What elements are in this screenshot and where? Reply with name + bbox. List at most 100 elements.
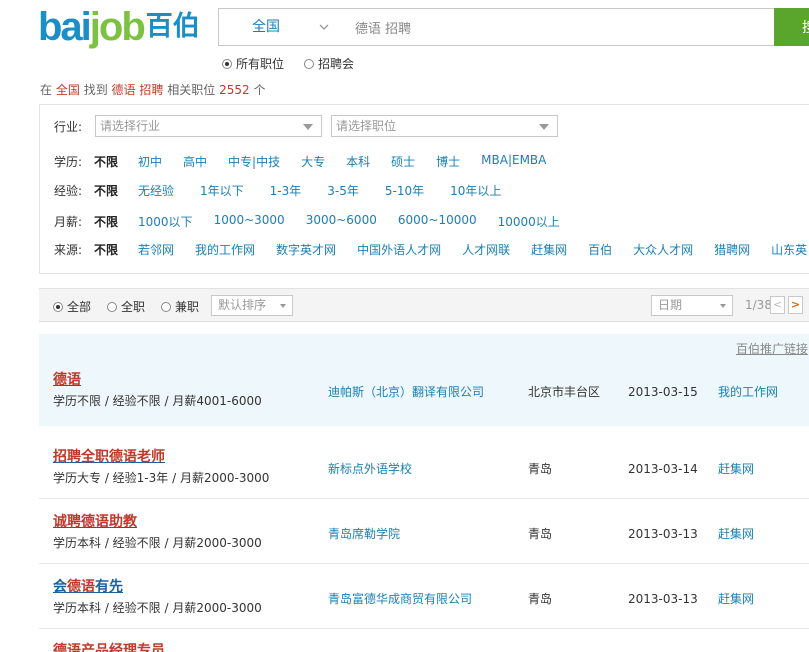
- job-item: 会德语有先 学历本科 / 经验不限 / 月薪2000-3000 青岛富德华成商贸…: [39, 567, 809, 629]
- search-input[interactable]: [355, 9, 765, 45]
- job-title-link[interactable]: 德语产品经理专员: [53, 640, 165, 652]
- job-item: 诚聘德语助教 学历本科 / 经验不限 / 月薪2000-3000 青岛席勒学院 …: [39, 502, 809, 564]
- source-option[interactable]: 猎聘网: [714, 241, 750, 258]
- job-source-link[interactable]: 我的工作网: [718, 383, 778, 400]
- radio-checked-icon[interactable]: [53, 301, 63, 312]
- next-page-button[interactable]: >: [788, 296, 803, 314]
- industry-label: 行业:: [54, 120, 83, 134]
- job-company-link[interactable]: 青岛富德华成商贸有限公司: [328, 590, 472, 607]
- experience-option[interactable]: 1年以下: [200, 182, 244, 199]
- source-option[interactable]: 数字英才网: [276, 241, 336, 258]
- radio-checked-icon[interactable]: [222, 58, 232, 69]
- type-fulltime-radio[interactable]: 全职: [107, 298, 145, 315]
- job-title-link[interactable]: 招聘全职德语老师: [53, 446, 165, 466]
- education-option[interactable]: 博士: [436, 153, 460, 170]
- salary-option[interactable]: 1000~3000: [214, 213, 285, 230]
- experience-option[interactable]: 3-5年: [327, 182, 359, 199]
- summary-keyword-1: 德语: [111, 83, 136, 97]
- summary-keyword-2: 招聘: [139, 83, 164, 97]
- source-option[interactable]: 百伯: [588, 241, 612, 258]
- job-meta: 学历本科 / 经验不限 / 月薪2000-3000: [53, 601, 262, 615]
- type-all-radio[interactable]: 全部: [53, 298, 91, 315]
- experience-option[interactable]: 无经验: [138, 182, 174, 199]
- source-option[interactable]: 大众人才网: [633, 241, 693, 258]
- education-option[interactable]: MBA|EMBA: [481, 153, 546, 170]
- result-toolbar: 全部 全职 兼职 默认排序 日期 1/38 < >: [39, 288, 809, 322]
- sort-select[interactable]: 默认排序: [211, 295, 293, 316]
- logo-latin-a: bai: [38, 5, 92, 49]
- source-option[interactable]: 赶集网: [531, 241, 567, 258]
- radio-label: 招聘会: [318, 57, 355, 71]
- job-date: 2013-03-13: [628, 527, 698, 541]
- job-company-link[interactable]: 青岛席勒学院: [328, 525, 400, 542]
- salary-option[interactable]: 10000以上: [498, 213, 560, 230]
- job-meta: 学历本科 / 经验不限 / 月薪2000-3000: [53, 536, 262, 550]
- prev-page-button[interactable]: <: [770, 296, 785, 314]
- job-item: 招聘全职德语老师 学历大专 / 经验1-3年 / 月薪2000-3000 新标点…: [39, 436, 809, 498]
- job-location: 青岛: [528, 527, 553, 541]
- search-button[interactable]: 搜: [774, 8, 809, 46]
- education-option[interactable]: 初中: [138, 153, 162, 170]
- source-option[interactable]: 我的工作网: [195, 241, 255, 258]
- radio-all-positions[interactable]: 所有职位: [222, 55, 284, 72]
- logo-chinese: 百伯: [145, 11, 200, 42]
- job-date: 2013-03-13: [628, 592, 698, 606]
- education-option[interactable]: 中专|中技: [228, 153, 280, 170]
- education-option[interactable]: 本科: [346, 153, 370, 170]
- experience-option[interactable]: 1-3年: [270, 182, 302, 199]
- radio-label: 所有职位: [236, 57, 285, 71]
- education-option[interactable]: 大专: [301, 153, 325, 170]
- education-option[interactable]: 高中: [183, 153, 207, 170]
- salary-option[interactable]: 6000~10000: [398, 213, 477, 230]
- job-location: 北京市丰台区: [528, 385, 601, 399]
- search-type-group: 所有职位 招聘会: [222, 55, 354, 72]
- dropdown-arrow-icon: [539, 124, 549, 130]
- job-title-link[interactable]: 诚聘德语助教: [53, 511, 137, 531]
- job-meta: 学历不限 / 经验不限 / 月薪4001-6000: [53, 394, 262, 408]
- result-count: 2552: [219, 83, 250, 97]
- filter-row-education: 学历: 不限 初中 高中 中专|中技 大专 本科 硕士 博士 MBA|EMBA: [54, 153, 547, 170]
- job-meta: 学历大专 / 经验1-3年 / 月薪2000-3000: [53, 471, 270, 485]
- job-date: 2013-03-14: [628, 462, 698, 476]
- logo-latin: baijob: [38, 5, 146, 49]
- industry-select[interactable]: 请选择行业: [95, 115, 322, 137]
- job-title-link[interactable]: 会德语有先: [53, 576, 123, 596]
- position-select[interactable]: 请选择职位: [331, 115, 558, 137]
- radio-job-fair[interactable]: 招聘会: [304, 55, 354, 72]
- experience-option[interactable]: 10年以上: [450, 182, 501, 199]
- row-divider: [39, 498, 809, 499]
- page-indicator: 1/38: [745, 298, 772, 312]
- job-item: 德语 学历不限 / 经验不限 / 月薪4001-6000 迪帕斯（北京）翻译有限…: [39, 334, 809, 426]
- radio-unchecked-icon[interactable]: [304, 58, 315, 69]
- education-nolimit[interactable]: 不限: [94, 153, 118, 170]
- type-parttime-radio[interactable]: 兼职: [161, 298, 199, 315]
- job-title-link[interactable]: 德语: [53, 369, 81, 389]
- experience-nolimit[interactable]: 不限: [94, 182, 118, 199]
- source-option[interactable]: 山东英: [771, 241, 807, 258]
- source-nolimit[interactable]: 不限: [94, 241, 118, 258]
- radio-unchecked-icon[interactable]: [107, 301, 117, 312]
- education-option[interactable]: 硕士: [391, 153, 415, 170]
- baijob-logo[interactable]: baijob 百伯: [38, 7, 200, 47]
- date-select[interactable]: 日期: [651, 295, 733, 316]
- salary-option[interactable]: 1000以下: [138, 213, 193, 230]
- job-source-link[interactable]: 赶集网: [718, 525, 754, 542]
- chevron-down-icon[interactable]: [319, 22, 329, 32]
- salary-nolimit[interactable]: 不限: [94, 213, 118, 230]
- experience-option[interactable]: 5-10年: [385, 182, 424, 199]
- job-company-link[interactable]: 新标点外语学校: [328, 460, 412, 477]
- salary-option[interactable]: 3000~6000: [306, 213, 377, 230]
- job-source-link[interactable]: 赶集网: [718, 460, 754, 477]
- job-company-link[interactable]: 迪帕斯（北京）翻译有限公司: [328, 383, 484, 400]
- source-option[interactable]: 人才网联: [462, 241, 510, 258]
- radio-unchecked-icon[interactable]: [161, 301, 171, 312]
- row-divider: [39, 563, 809, 564]
- source-option[interactable]: 中国外语人才网: [357, 241, 441, 258]
- search-box: 全国: [218, 8, 778, 46]
- dropdown-arrow-icon: [280, 304, 286, 308]
- result-summary: 在 全国 找到 德语 招聘 相关职位 2552 个: [40, 83, 266, 97]
- logo-latin-b: job: [89, 5, 146, 49]
- city-select[interactable]: 全国: [252, 9, 280, 45]
- source-option[interactable]: 若邻网: [138, 241, 174, 258]
- job-source-link[interactable]: 赶集网: [718, 590, 754, 607]
